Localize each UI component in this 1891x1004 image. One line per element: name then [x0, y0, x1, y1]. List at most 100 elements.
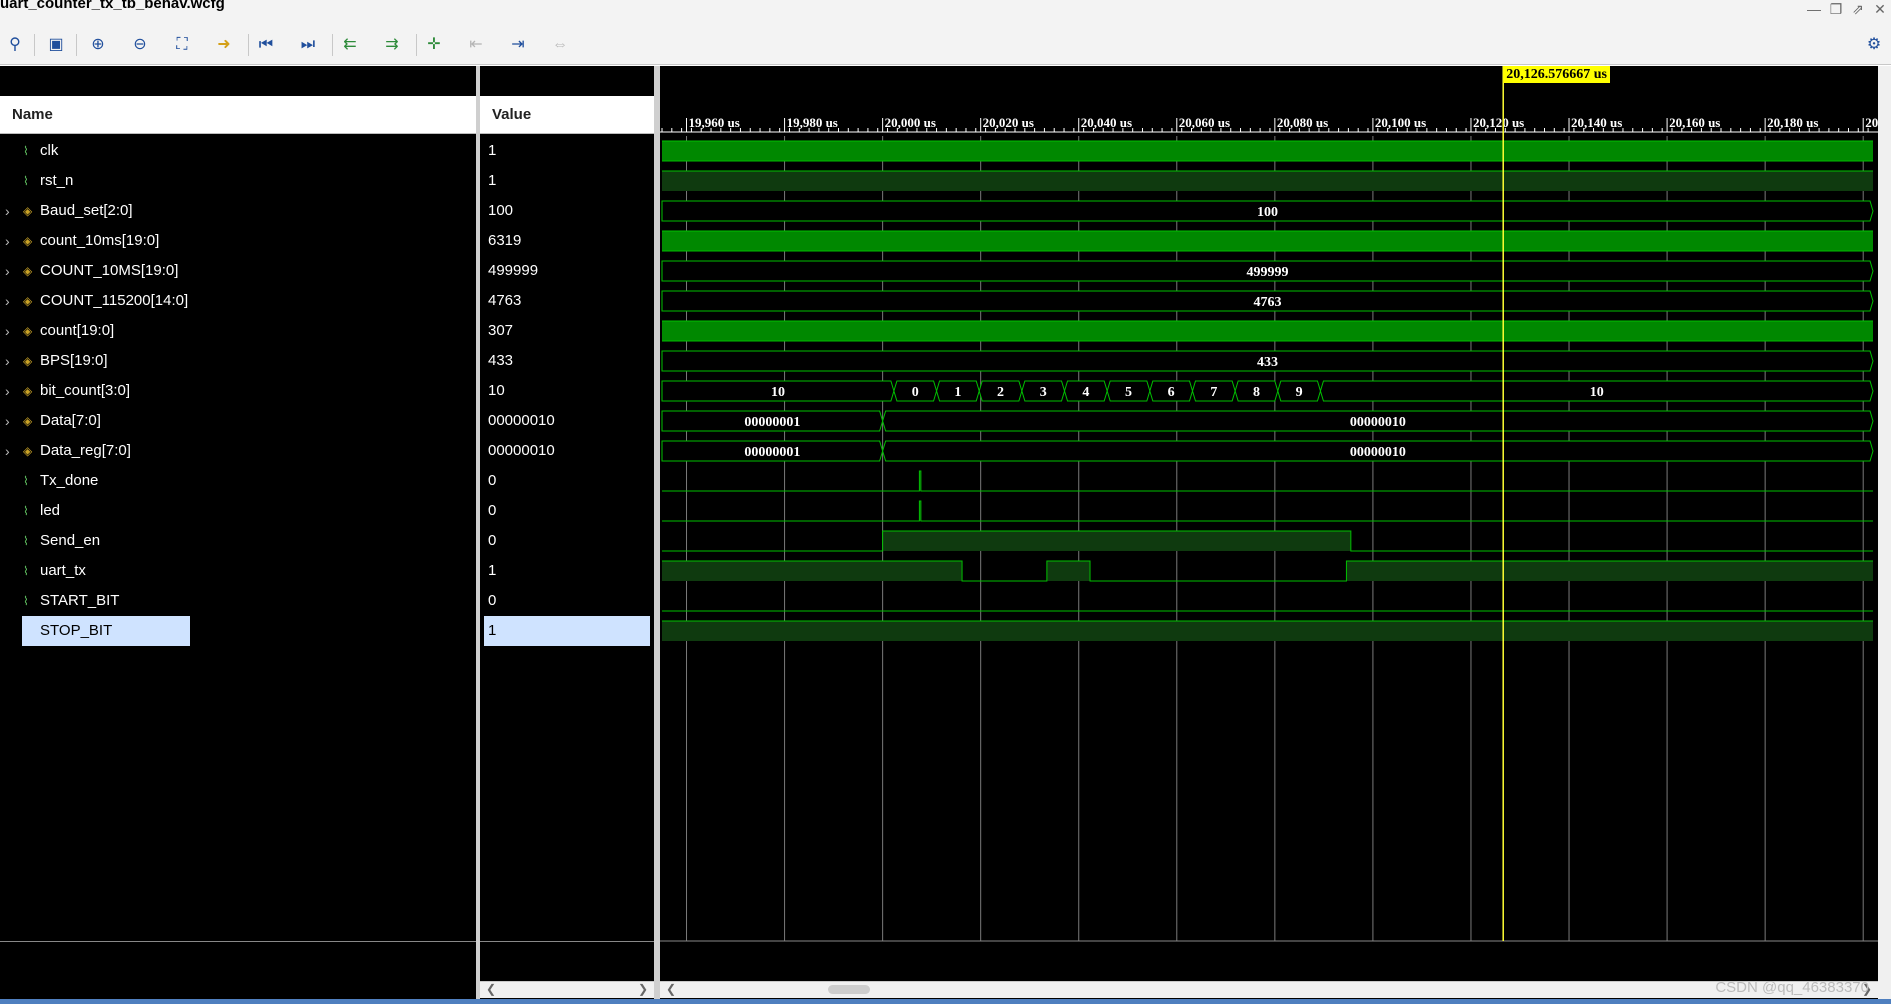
go-to-cursor-icon[interactable]: ➜ — [211, 32, 237, 58]
signal-row[interactable]: ⌇STOP_BIT — [0, 616, 476, 646]
waveform-pane[interactable]: 19,960 us 19,980 us 20,000 us 20,020 us 20,0… — [660, 66, 1878, 1001]
value-row[interactable]: 100 — [480, 196, 654, 226]
signal-name[interactable]: Tx_done — [40, 466, 98, 496]
value-row[interactable]: 10 — [480, 376, 654, 406]
signal-name[interactable]: led — [40, 496, 60, 526]
go-to-time-zero-icon[interactable]: ⏮ — [253, 32, 279, 58]
value-row[interactable]: 1 — [480, 136, 654, 166]
signal-name[interactable]: rst_n — [40, 166, 73, 196]
value-row[interactable]: 433 — [480, 346, 654, 376]
signal-row[interactable]: ⌇ led — [0, 496, 476, 526]
value-row[interactable]: 0 — [480, 526, 654, 556]
signal-name[interactable]: START_BIT — [40, 586, 119, 616]
signal-row[interactable]: › ◈ Data[7:0] — [0, 406, 476, 436]
value-row[interactable]: 0 — [480, 496, 654, 526]
signal-name[interactable]: BPS[19:0] — [40, 346, 108, 376]
signal-row[interactable]: › ◈ Baud_set[2:0] — [0, 196, 476, 226]
value-row[interactable]: 00000010 — [480, 436, 654, 466]
value-column-header[interactable]: Value — [480, 96, 654, 134]
signal-name[interactable]: Data_reg[7:0] — [40, 436, 131, 466]
value-row[interactable]: 307 — [480, 316, 654, 346]
signal-row[interactable]: › ◈ Data_reg[7:0] — [0, 436, 476, 466]
signal-name[interactable]: Baud_set[2:0] — [40, 196, 133, 226]
signal-row[interactable]: ⌇ rst_n — [0, 166, 476, 196]
signal-row[interactable]: ⌇ START_BIT — [0, 586, 476, 616]
expand-chevron-icon[interactable]: › — [5, 256, 10, 286]
expand-chevron-icon[interactable]: › — [5, 286, 10, 316]
signal-row[interactable]: › ◈ COUNT_10MS[19:0] — [0, 256, 476, 286]
signal-name[interactable]: count_10ms[19:0] — [40, 226, 159, 256]
waveform-scrollbar[interactable]: ❮ ❯ — [660, 981, 1878, 998]
signal-row[interactable]: ⌇ clk — [0, 136, 476, 166]
scroll-left-icon[interactable]: ❮ — [486, 982, 496, 996]
signal-value: 307 — [488, 322, 514, 339]
signal-row[interactable]: ⌇ Send_en — [0, 526, 476, 556]
zoom-fit-icon[interactable]: ⛶ — [169, 32, 195, 58]
signal-name[interactable]: COUNT_115200[14:0] — [40, 286, 188, 316]
scroll-right-icon[interactable]: ❯ — [638, 982, 648, 996]
expand-chevron-icon[interactable]: › — [5, 346, 10, 376]
swap-cursors-icon[interactable]: ⇔ — [547, 32, 573, 58]
search-icon[interactable]: ⚲ — [2, 32, 28, 58]
bus-segment-label: 433 — [1257, 355, 1278, 370]
signal-name[interactable]: uart_tx — [40, 556, 86, 586]
save-icon[interactable]: ▣ — [43, 32, 69, 58]
expand-chevron-icon[interactable]: › — [5, 316, 10, 346]
next-transition-icon[interactable]: ⇉ — [379, 32, 405, 58]
cursor-time-label[interactable]: 20,126.576667 us — [1503, 66, 1610, 83]
expand-chevron-icon[interactable]: › — [5, 436, 10, 466]
value-row[interactable]: 1 — [484, 616, 650, 646]
dense-wave — [662, 321, 1873, 341]
zoom-in-icon[interactable]: ⊕ — [85, 32, 111, 58]
expand-chevron-icon[interactable]: › — [5, 376, 10, 406]
add-marker-icon[interactable]: ✛ — [421, 32, 447, 58]
signal-row[interactable]: ⌇ Tx_done — [0, 466, 476, 496]
bus-segment-label: 8 — [1253, 385, 1260, 400]
expand-chevron-icon[interactable]: › — [5, 196, 10, 226]
value-row[interactable]: 00000010 — [480, 406, 654, 436]
high-level-fill — [662, 621, 1873, 641]
value-row[interactable]: 1 — [480, 166, 654, 196]
value-row[interactable]: 0 — [480, 466, 654, 496]
dense-wave — [662, 141, 1873, 161]
settings-icon[interactable]: ⚙ — [1861, 32, 1887, 58]
expand-chevron-icon[interactable]: › — [5, 226, 10, 256]
value-row[interactable]: 1 — [480, 556, 654, 586]
bus-segment-label: 2 — [997, 385, 1004, 400]
restore-icon[interactable]: ❐ — [1825, 0, 1847, 18]
expand-chevron-icon[interactable]: › — [5, 406, 10, 436]
signal-name[interactable]: Data[7:0] — [40, 406, 101, 436]
scroll-thumb[interactable] — [828, 985, 870, 994]
signal-name[interactable]: bit_count[3:0] — [40, 376, 130, 406]
zoom-out-icon[interactable]: ⊖ — [127, 32, 153, 58]
next-marker-icon[interactable]: ⇥ — [505, 32, 531, 58]
signal-row[interactable]: › ◈ count_10ms[19:0] — [0, 226, 476, 256]
value-row[interactable]: 499999 — [480, 256, 654, 286]
value-row[interactable]: 4763 — [480, 286, 654, 316]
waveform-canvas[interactable]: 19,960 us 19,980 us 20,000 us 20,020 us 20,0… — [660, 66, 1878, 1001]
signal-row[interactable]: › ◈ count[19:0] — [0, 316, 476, 346]
signal-name[interactable]: STOP_BIT — [22, 616, 190, 646]
previous-marker-icon[interactable]: ⇤ — [463, 32, 489, 58]
signal-row[interactable]: › ◈ COUNT_115200[14:0] — [0, 286, 476, 316]
value-row[interactable]: 6319 — [480, 226, 654, 256]
value-pane-scrollbar[interactable]: ❮ ❯ — [480, 981, 654, 998]
go-to-last-time-icon[interactable]: ⏭ — [295, 32, 321, 58]
bus-segment-label: 00000010 — [1350, 445, 1406, 460]
previous-transition-icon[interactable]: ⇇ — [337, 32, 363, 58]
signal-row[interactable]: › ◈ BPS[19:0] — [0, 346, 476, 376]
signal-row[interactable]: › ◈ bit_count[3:0] — [0, 376, 476, 406]
maximize-icon[interactable]: ⇗ — [1847, 0, 1869, 18]
signal-row[interactable]: ⌇ uart_tx — [0, 556, 476, 586]
vertical-scrollbar[interactable] — [1878, 66, 1891, 999]
dense-wave — [662, 231, 1873, 251]
close-icon[interactable]: ✕ — [1869, 0, 1891, 18]
value-row[interactable]: 0 — [480, 586, 654, 616]
signal-name[interactable]: Send_en — [40, 526, 100, 556]
scroll-left-icon[interactable]: ❮ — [666, 982, 676, 996]
name-column-header[interactable]: Name — [0, 96, 476, 134]
minimize-icon[interactable]: — — [1803, 0, 1825, 18]
signal-name[interactable]: count[19:0] — [40, 316, 114, 346]
signal-name[interactable]: clk — [40, 136, 58, 166]
signal-name[interactable]: COUNT_10MS[19:0] — [40, 256, 178, 286]
